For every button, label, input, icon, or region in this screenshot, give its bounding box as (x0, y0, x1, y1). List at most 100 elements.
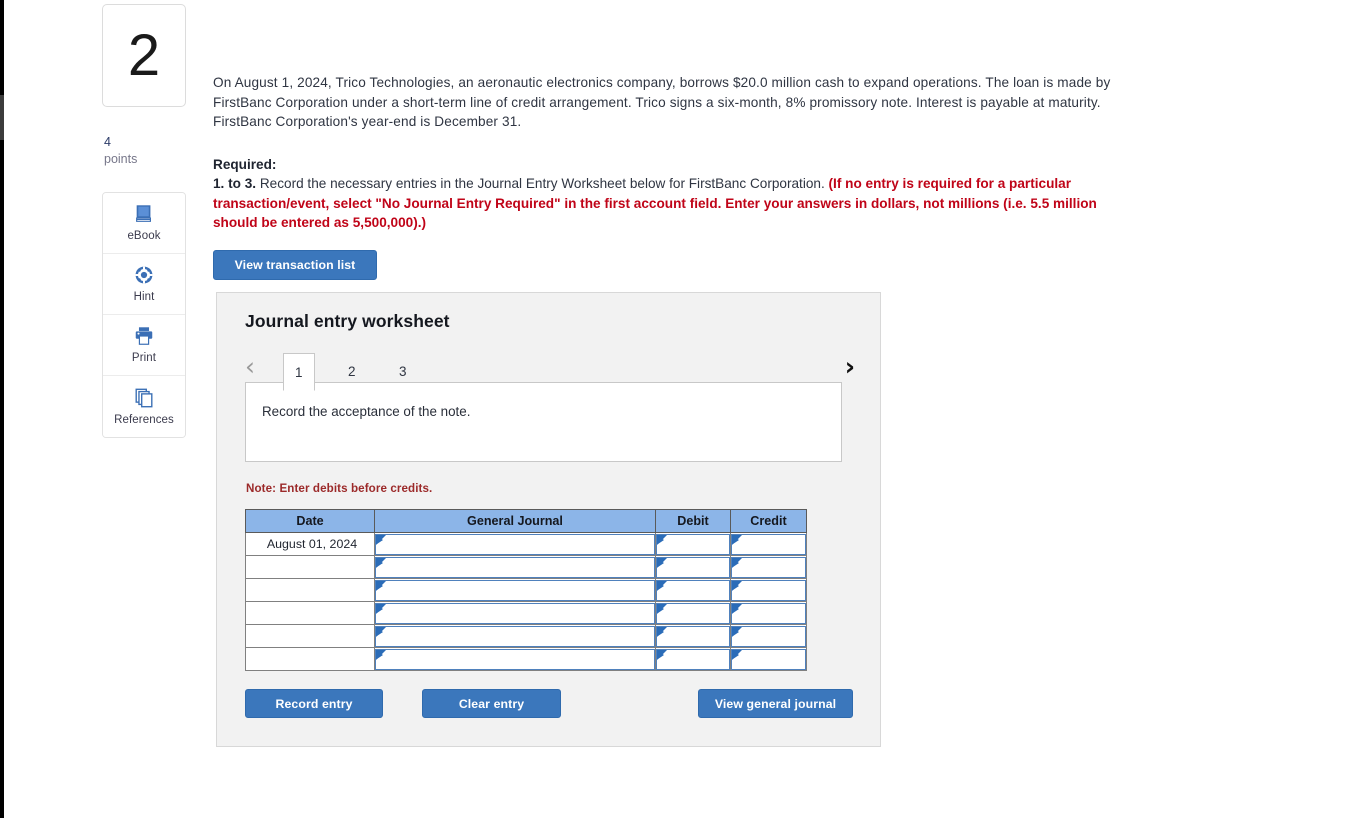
debits-before-credits-note: Note: Enter debits before credits. (246, 482, 433, 495)
cell-general-journal-input[interactable] (375, 533, 655, 555)
cell-credit[interactable] (730, 647, 807, 671)
cell-debit[interactable] (655, 532, 731, 556)
tab-panel-instruction: Record the acceptance of the note. (262, 404, 471, 419)
cell-general-journal-input[interactable] (375, 556, 655, 578)
record-entry-button[interactable]: Record entry (245, 689, 383, 718)
cell-general-journal[interactable] (374, 647, 656, 671)
prev-tab-chevron-icon[interactable]: ‹ (245, 352, 255, 381)
view-general-journal-button[interactable]: View general journal (698, 689, 853, 718)
cell-credit-input[interactable] (731, 556, 806, 578)
cell-date[interactable] (245, 601, 375, 625)
cell-dropdown-marker-icon (657, 534, 667, 545)
tool-item-ebook[interactable]: eBook (103, 192, 185, 254)
cell-credit-input[interactable] (731, 602, 806, 624)
cell-dropdown-marker-icon (376, 649, 386, 660)
cell-dropdown-marker-icon (657, 557, 667, 568)
cell-general-journal-input[interactable] (375, 625, 655, 647)
cell-general-journal[interactable] (374, 578, 656, 602)
worksheet-title: Journal entry worksheet (245, 311, 450, 331)
column-header-general-journal: General Journal (374, 509, 656, 533)
cell-dropdown-marker-icon (732, 534, 742, 545)
tool-item-hint[interactable]: Hint (103, 253, 185, 315)
cell-credit-input[interactable] (731, 579, 806, 601)
journal-entry-table: Date General Journal Debit Credit August… (245, 509, 807, 671)
cell-date[interactable] (245, 555, 375, 579)
table-row (245, 601, 807, 625)
cell-dropdown-marker-icon (657, 626, 667, 637)
cell-general-journal[interactable] (374, 601, 656, 625)
table-row (245, 578, 807, 602)
cell-date[interactable]: August 01, 2024 (245, 532, 375, 556)
required-item-prefix: 1. to 3. (213, 176, 257, 191)
column-header-date: Date (245, 509, 375, 533)
cell-credit[interactable] (730, 601, 807, 625)
cell-dropdown-marker-icon (732, 626, 742, 637)
cell-credit[interactable] (730, 532, 807, 556)
cell-debit-input[interactable] (656, 648, 730, 670)
book-icon (133, 203, 155, 225)
worksheet-tab-panel: Record the acceptance of the note. (245, 382, 842, 462)
pages-stack-icon (133, 387, 155, 409)
tool-item-references[interactable]: References (103, 375, 185, 437)
cell-dropdown-marker-icon (376, 580, 386, 591)
cell-dropdown-marker-icon (657, 649, 667, 660)
cell-general-journal[interactable] (374, 624, 656, 648)
table-row (245, 624, 807, 648)
cell-debit-input[interactable] (656, 579, 730, 601)
tool-stack: eBook Hint Print References (102, 191, 186, 438)
page-edge-strip (0, 0, 4, 818)
tool-label-hint: Hint (133, 291, 155, 304)
table-row (245, 555, 807, 579)
tool-item-print[interactable]: Print (103, 314, 185, 376)
cell-dropdown-marker-icon (376, 603, 386, 614)
cell-debit-input[interactable] (656, 533, 730, 555)
cell-dropdown-marker-icon (732, 603, 742, 614)
cell-credit-input[interactable] (731, 625, 806, 647)
cell-debit-input[interactable] (656, 625, 730, 647)
cell-dropdown-marker-icon (657, 580, 667, 591)
cell-debit[interactable] (655, 647, 731, 671)
tab-1[interactable]: 1 (283, 353, 315, 391)
cell-dropdown-marker-icon (657, 603, 667, 614)
cell-general-journal[interactable] (374, 532, 656, 556)
view-transaction-list-button[interactable]: View transaction list (213, 250, 377, 280)
cell-credit[interactable] (730, 624, 807, 648)
cell-credit-input[interactable] (731, 648, 806, 670)
cell-dropdown-marker-icon (732, 557, 742, 568)
journal-entry-table-body: August 01, 2024 (245, 532, 807, 671)
cell-general-journal-input[interactable] (375, 648, 655, 670)
cell-general-journal-input[interactable] (375, 602, 655, 624)
table-row (245, 647, 807, 671)
tool-label-references: References (114, 413, 174, 426)
cell-debit[interactable] (655, 578, 731, 602)
cell-date[interactable] (245, 578, 375, 602)
question-number-box: 2 (102, 4, 186, 107)
cell-debit[interactable] (655, 555, 731, 579)
cell-debit-input[interactable] (656, 556, 730, 578)
problem-statement: On August 1, 2024, Trico Technologies, a… (213, 75, 1111, 129)
column-header-debit: Debit (655, 509, 731, 533)
cell-debit[interactable] (655, 601, 731, 625)
cell-debit-input[interactable] (656, 602, 730, 624)
cell-general-journal-input[interactable] (375, 579, 655, 601)
points-block: 4 points (102, 134, 186, 168)
next-tab-chevron-icon[interactable]: › (845, 352, 855, 381)
tool-label-ebook: eBook (127, 230, 161, 243)
question-number: 2 (127, 22, 161, 88)
cell-debit[interactable] (655, 624, 731, 648)
table-row: August 01, 2024 (245, 532, 807, 556)
cell-dropdown-marker-icon (376, 557, 386, 568)
required-item-text: Record the necessary entries in the Jour… (256, 176, 829, 191)
cell-dropdown-marker-icon (376, 626, 386, 637)
cell-general-journal[interactable] (374, 555, 656, 579)
clear-entry-button[interactable]: Clear entry (422, 689, 561, 718)
cell-credit[interactable] (730, 555, 807, 579)
points-label: points (104, 151, 138, 166)
cell-date[interactable] (245, 624, 375, 648)
tool-label-print: Print (131, 352, 157, 365)
cell-credit[interactable] (730, 578, 807, 602)
cell-date[interactable] (245, 647, 375, 671)
main-content: On August 1, 2024, Trico Technologies, a… (213, 0, 1163, 747)
cell-credit-input[interactable] (731, 533, 806, 555)
cell-dropdown-marker-icon (376, 534, 386, 545)
